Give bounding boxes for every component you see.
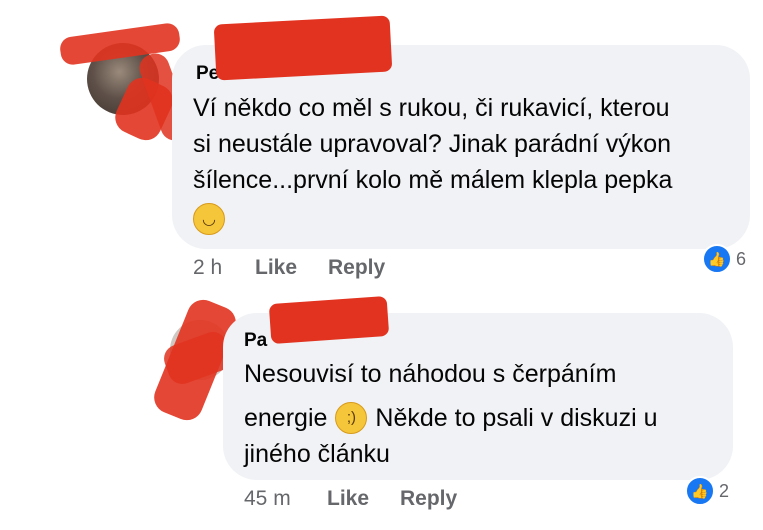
reaction-count: 6 [736,248,747,269]
comment-author[interactable]: Pa [244,330,267,352]
thumbs-up-icon: 👍 [702,244,732,274]
comment-text-line: energie ;) Někde to psali v diskuzi u [244,400,658,436]
comment-text-line: Nesouvisí to náhodou s čerpáním [244,360,617,388]
redaction-mark [268,295,390,345]
grinning-face-emoji-icon: ◡ [193,203,225,235]
comment-timestamp[interactable]: 2 h [193,256,222,280]
reply-button[interactable]: Reply [328,256,385,280]
comment-text: Ví někdo co měl s rukou, či rukavicí, kt… [193,94,673,194]
comment-text-fragment: energie [244,404,328,432]
comment-text-line: jiného článku [244,440,390,468]
comment-text-fragment: Někde to psali v diskuzi u [375,404,658,432]
redaction-mark [213,15,393,81]
thumbs-up-icon: 👍 [685,476,715,506]
comment-timestamp[interactable]: 45 m [244,487,291,511]
reply-button[interactable]: Reply [400,487,457,511]
reaction-summary[interactable]: 👍 2 [685,476,729,506]
like-button[interactable]: Like [327,487,369,511]
like-button[interactable]: Like [255,256,297,280]
winking-face-emoji-icon: ;) [335,402,368,434]
reaction-summary[interactable]: 👍 6 [702,244,746,274]
reaction-count: 2 [719,480,730,501]
